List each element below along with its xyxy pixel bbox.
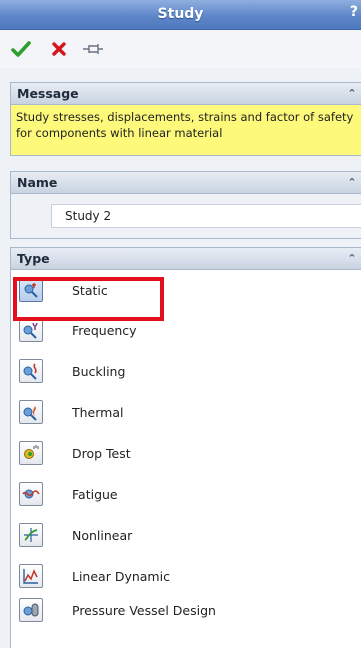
type-label: Buckling bbox=[72, 364, 126, 379]
type-item-pressure-vessel[interactable]: Pressure Vessel Design bbox=[11, 595, 361, 629]
name-header-label: Name bbox=[17, 175, 58, 190]
selection-highlight-box bbox=[13, 277, 164, 321]
fatigue-study-icon bbox=[19, 482, 43, 506]
message-section: Message ⌃ Study stresses, displacements,… bbox=[10, 82, 361, 156]
name-body: Study 2 bbox=[11, 194, 361, 238]
toolbar bbox=[0, 30, 361, 68]
collapse-icon[interactable]: ⌃ bbox=[346, 248, 358, 270]
nonlinear-study-icon bbox=[19, 523, 43, 547]
frequency-study-icon bbox=[19, 318, 43, 342]
ok-button[interactable] bbox=[10, 38, 32, 60]
type-item-drop-test[interactable]: Drop Test bbox=[11, 438, 361, 472]
message-header[interactable]: Message ⌃ bbox=[11, 83, 361, 105]
study-type-list: Static Frequency Buckling Thermal Drop T bbox=[11, 270, 361, 648]
buckling-study-icon bbox=[19, 359, 43, 383]
study-name-input[interactable]: Study 2 bbox=[51, 204, 361, 228]
type-label: Linear Dynamic bbox=[72, 569, 170, 584]
type-item-linear-dynamic[interactable]: Linear Dynamic bbox=[11, 561, 361, 595]
type-header[interactable]: Type ⌃ bbox=[11, 248, 361, 270]
type-item-nonlinear[interactable]: Nonlinear bbox=[11, 520, 361, 554]
type-label: Nonlinear bbox=[72, 528, 133, 543]
window-title: Study bbox=[157, 6, 204, 22]
cancel-button[interactable] bbox=[48, 38, 70, 60]
checkmark-icon bbox=[11, 41, 31, 57]
drop-test-study-icon bbox=[19, 441, 43, 465]
type-label: Thermal bbox=[72, 405, 124, 420]
type-item-fatigue[interactable]: Fatigue bbox=[11, 479, 361, 513]
linear-dynamic-study-icon bbox=[19, 564, 43, 588]
type-label: Frequency bbox=[72, 323, 137, 338]
message-text: Study stresses, displacements, strains a… bbox=[11, 105, 361, 155]
message-header-label: Message bbox=[17, 86, 79, 101]
type-label: Drop Test bbox=[72, 446, 131, 461]
type-label: Pressure Vessel Design bbox=[72, 603, 216, 618]
x-icon bbox=[52, 42, 66, 56]
type-header-label: Type bbox=[17, 251, 50, 266]
keep-visible-button[interactable] bbox=[82, 38, 104, 60]
name-section: Name ⌃ Study 2 bbox=[10, 171, 361, 239]
help-icon[interactable]: ? bbox=[350, 4, 358, 20]
name-header[interactable]: Name ⌃ bbox=[11, 172, 361, 194]
collapse-icon[interactable]: ⌃ bbox=[346, 83, 358, 105]
pressure-vessel-study-icon bbox=[19, 598, 43, 622]
collapse-icon[interactable]: ⌃ bbox=[346, 172, 358, 194]
type-item-thermal[interactable]: Thermal bbox=[11, 397, 361, 431]
type-item-buckling[interactable]: Buckling bbox=[11, 356, 361, 390]
thermal-study-icon bbox=[19, 400, 43, 424]
type-label: Fatigue bbox=[72, 487, 118, 502]
pushpin-icon bbox=[83, 44, 103, 54]
property-manager-titlebar: Study ? bbox=[0, 0, 361, 30]
